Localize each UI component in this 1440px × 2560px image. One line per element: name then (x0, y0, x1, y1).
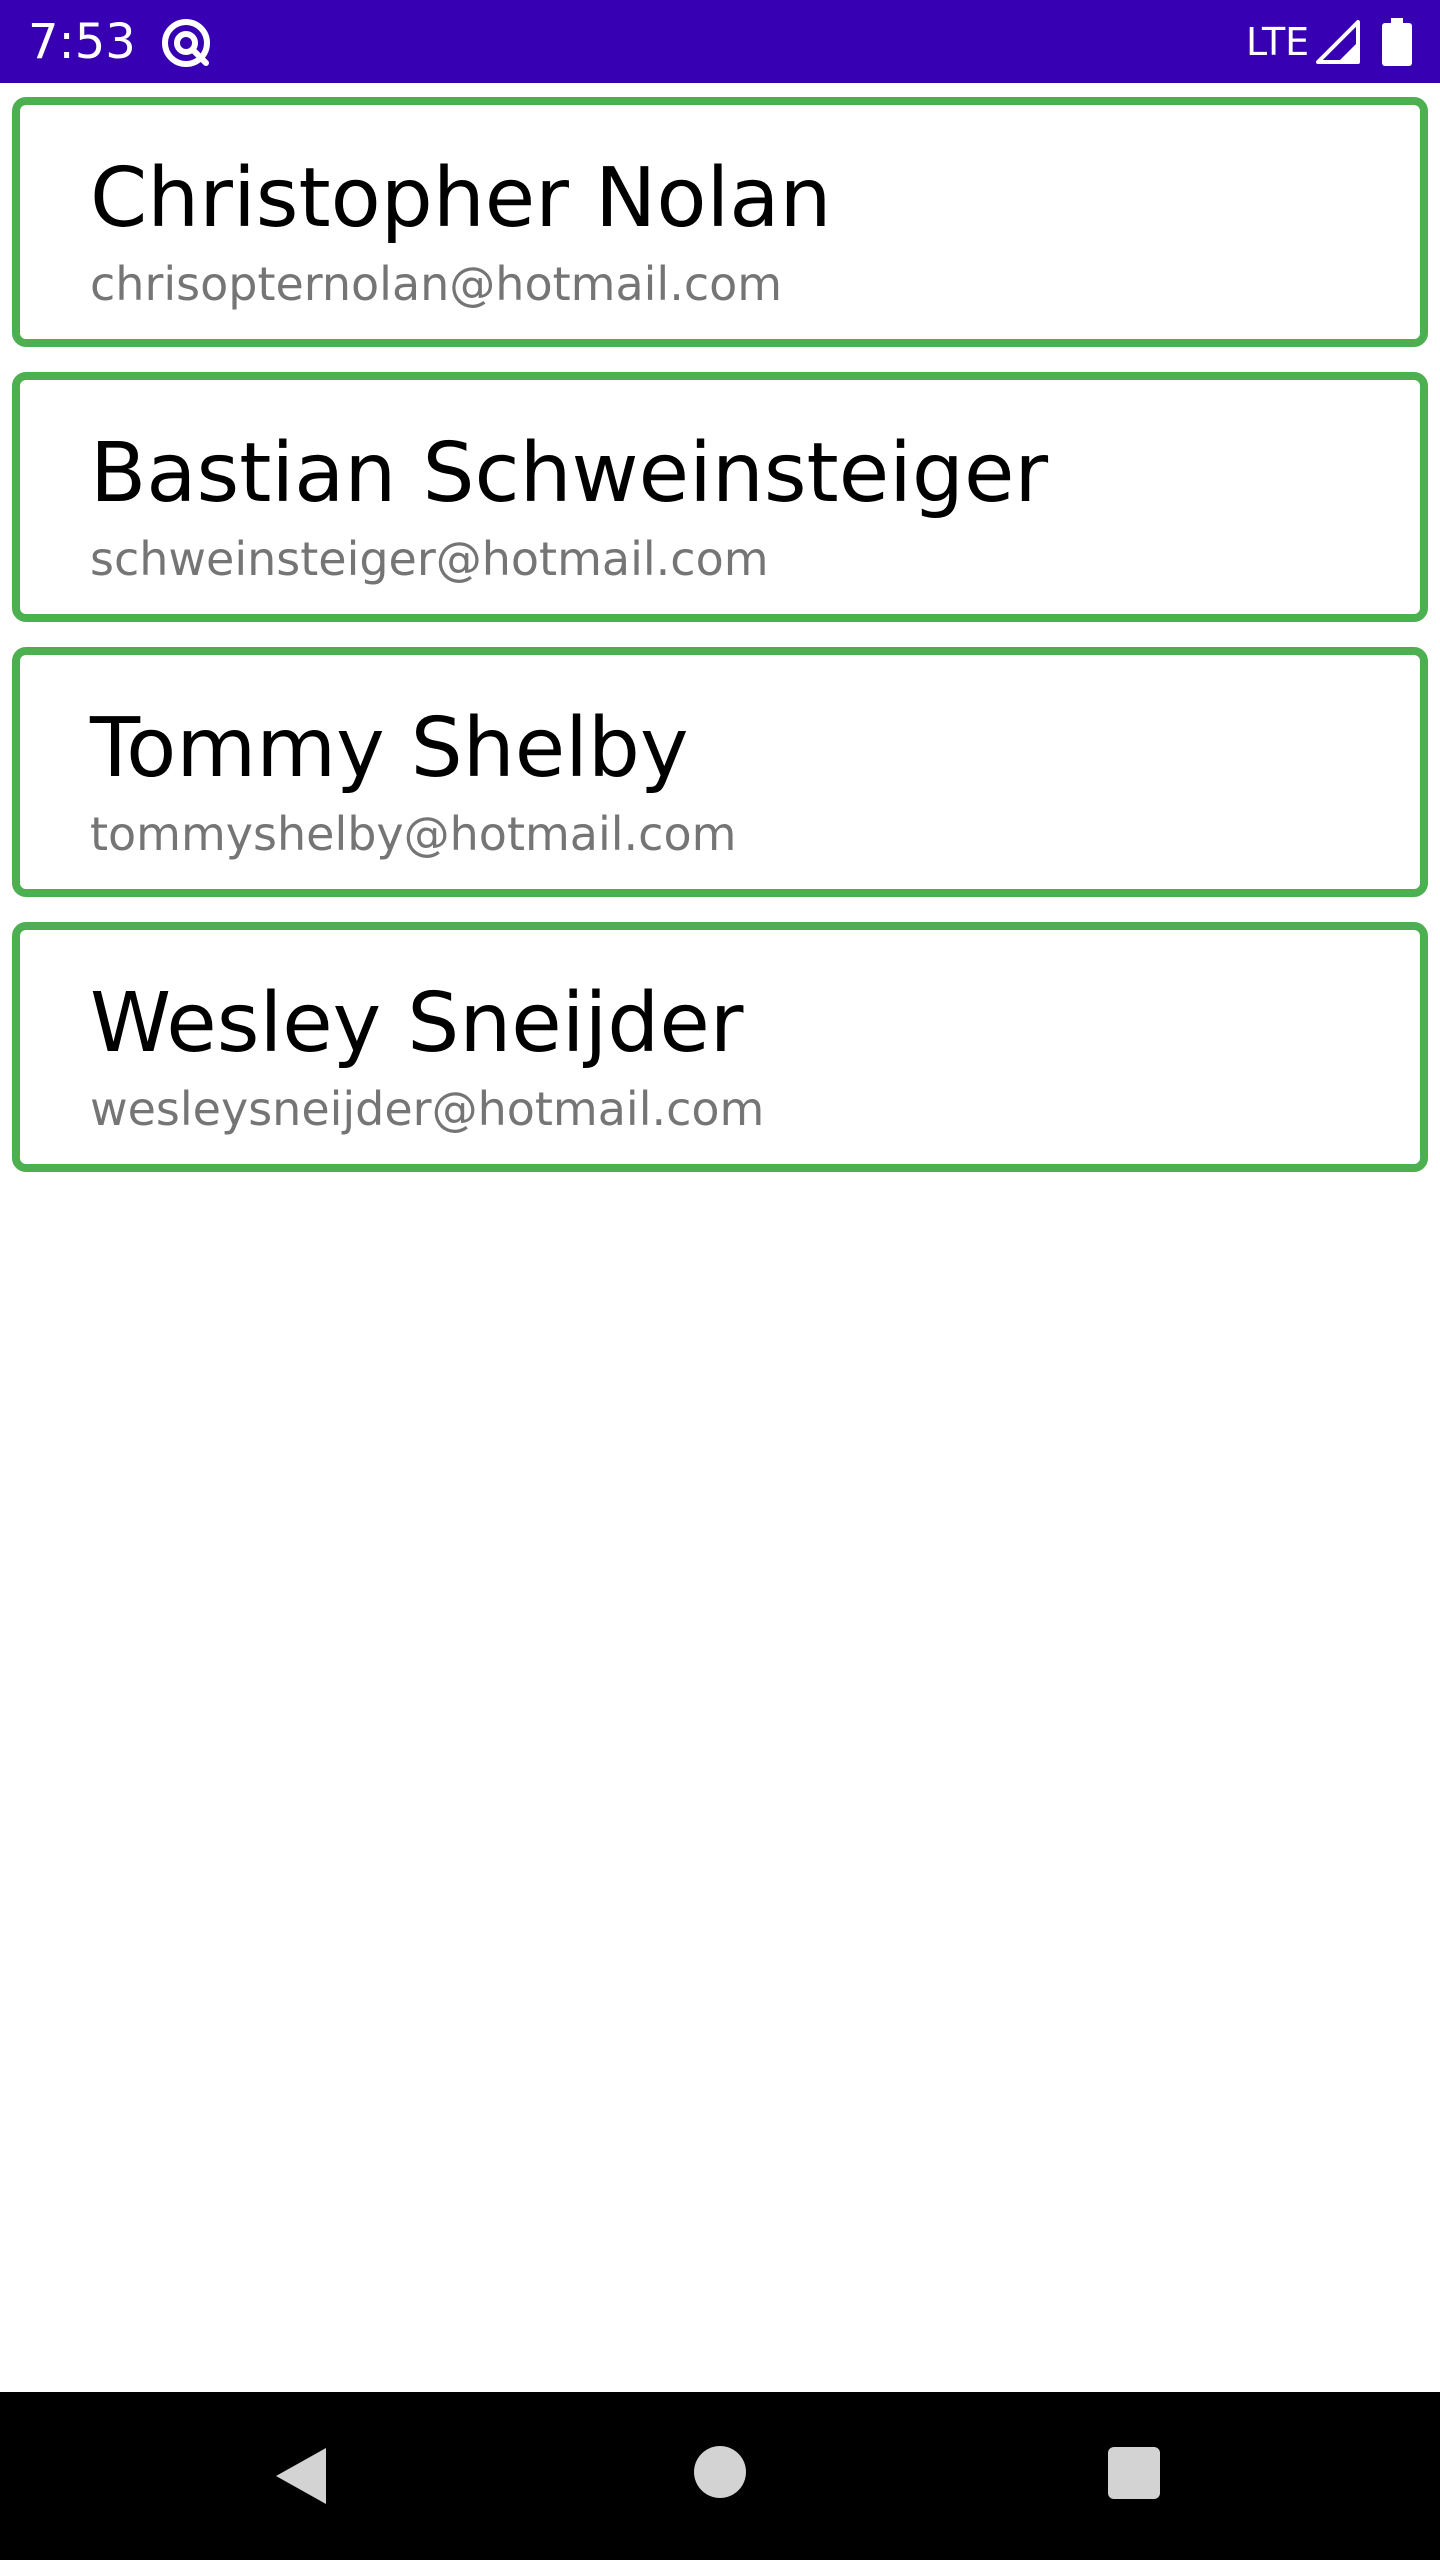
contact-email: wesleysneijder@hotmail.com (90, 1082, 765, 1136)
contact-card[interactable]: Wesley Sneijder wesleysneijder@hotmail.c… (12, 922, 1428, 1172)
network-type: LTE (1246, 20, 1310, 64)
contact-name: Bastian Schweinsteiger (90, 426, 1049, 521)
screen: 7:53 LTE Christopher Nolan chrisopternol… (0, 0, 1440, 2560)
contact-name: Tommy Shelby (90, 701, 689, 796)
back-triangle-icon[interactable] (272, 2446, 332, 2506)
signal-icon (1314, 18, 1362, 66)
navigation-bar (0, 2392, 1440, 2560)
contact-card[interactable]: Tommy Shelby tommyshelby@hotmail.com (12, 647, 1428, 897)
contact-name: Wesley Sneijder (90, 976, 744, 1071)
contact-card[interactable]: Bastian Schweinsteiger schweinsteiger@ho… (12, 372, 1428, 622)
contact-email: tommyshelby@hotmail.com (90, 807, 737, 861)
status-time: 7:53 (28, 14, 136, 70)
home-circle-icon[interactable] (694, 2446, 746, 2498)
contact-email: schweinsteiger@hotmail.com (90, 532, 769, 586)
contact-email: chrisopternolan@hotmail.com (90, 257, 783, 311)
contact-card[interactable]: Christopher Nolan chrisopternolan@hotmai… (12, 97, 1428, 347)
battery-icon (1382, 18, 1412, 66)
contact-name: Christopher Nolan (90, 151, 832, 246)
recents-square-icon[interactable] (1108, 2447, 1160, 2499)
at-sign-icon (160, 17, 212, 69)
status-bar: 7:53 LTE (0, 0, 1440, 83)
